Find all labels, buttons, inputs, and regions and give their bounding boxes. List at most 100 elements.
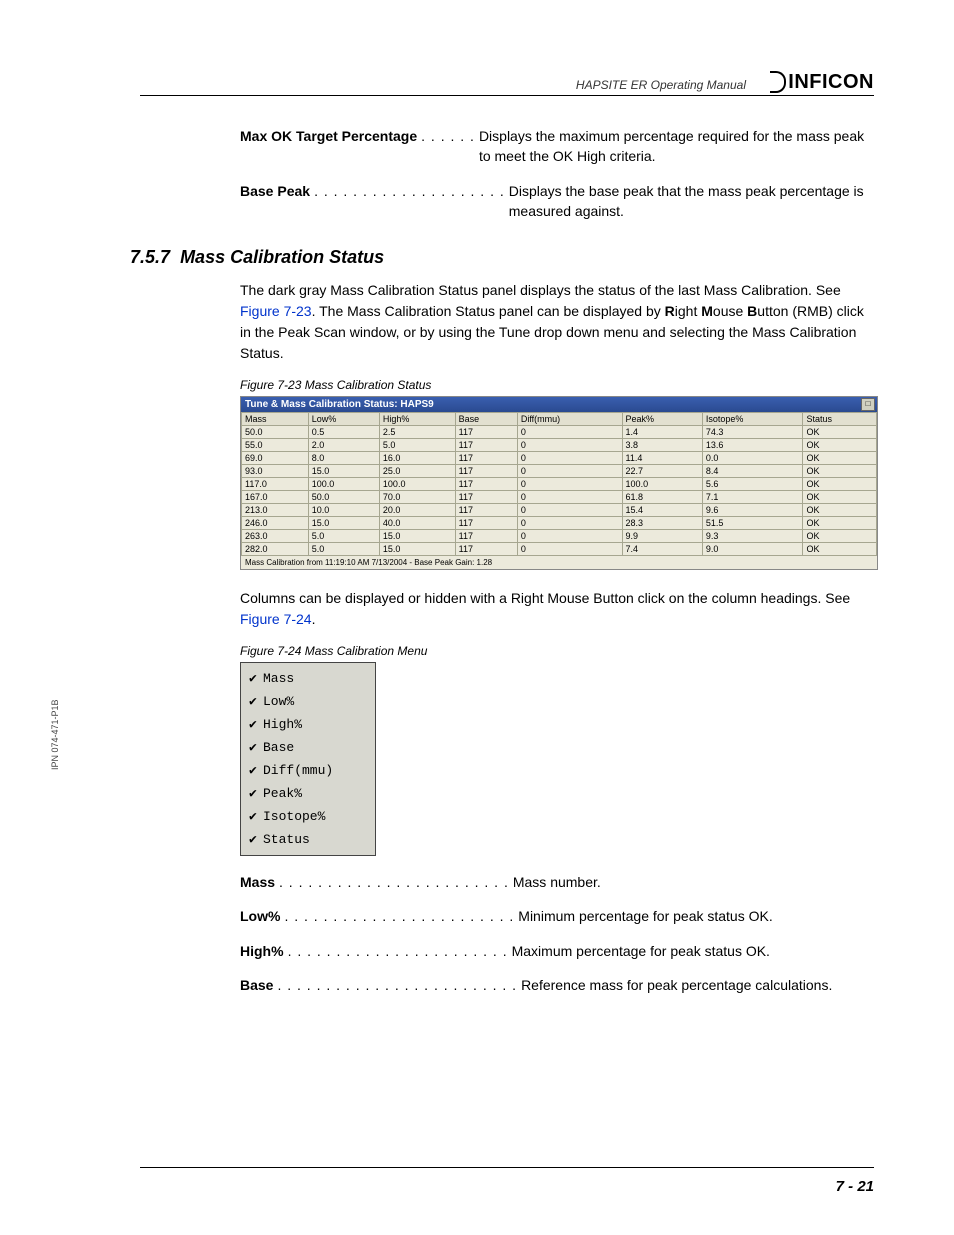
table-cell: 40.0 [379,517,455,530]
table-cell: 117.0 [242,478,309,491]
definition-desc: Mass number. [513,872,874,892]
table-cell: 0 [517,478,622,491]
table-cell: OK [803,504,877,517]
definition-term: Base [240,975,273,995]
definition-row: Base Peak. . . . . . . . . . . . . . . .… [240,181,874,222]
table-cell: 25.0 [379,465,455,478]
table-cell: 15.0 [379,543,455,556]
table-cell: 9.6 [702,504,803,517]
table-cell: 61.8 [622,491,702,504]
table-cell: 0 [517,504,622,517]
section-number: 7.5.7 [130,247,170,267]
table-cell: 100.0 [379,478,455,491]
table-cell: 213.0 [242,504,309,517]
table-cell: 15.0 [379,530,455,543]
check-icon: ✔ [249,763,263,778]
menu-item-label: Base [263,740,294,755]
header-rule [140,95,874,96]
table-row: 263.05.015.011709.99.3OK [242,530,877,543]
menu-item-label: Mass [263,671,294,686]
table-cell: 117 [455,439,517,452]
table-header-cell[interactable]: Base [455,413,517,426]
table-cell: OK [803,478,877,491]
table-header-cell[interactable]: Diff(mmu) [517,413,622,426]
table-cell: 9.0 [702,543,803,556]
figure-7-24-link[interactable]: Figure 7-24 [240,611,312,627]
table-header-cell[interactable]: Peak% [622,413,702,426]
table-cell: 263.0 [242,530,309,543]
table-cell: 0 [517,543,622,556]
table-header-cell[interactable]: Isotope% [702,413,803,426]
window-restore-icon[interactable]: □ [861,398,875,411]
table-cell: 93.0 [242,465,309,478]
table-header-cell[interactable]: High% [379,413,455,426]
table-cell: 9.3 [702,530,803,543]
paragraph-columns: Columns can be displayed or hidden with … [240,588,874,630]
table-cell: 15.4 [622,504,702,517]
definition-term: Max OK Target Percentage [240,126,417,146]
table-row: 55.02.05.011703.813.6OK [242,439,877,452]
table-cell: 8.0 [308,452,379,465]
table-cell: 11.4 [622,452,702,465]
table-cell: OK [803,439,877,452]
definition-term: Base Peak [240,181,310,201]
page-number: 7 - 21 [836,1178,874,1195]
definition-dots: . . . . . . . . . . . . . . . . . . . . [310,181,509,201]
table-cell: 117 [455,530,517,543]
table-cell: OK [803,426,877,439]
menu-item[interactable]: ✔High% [243,713,373,736]
table-cell: 117 [455,517,517,530]
check-icon: ✔ [249,717,263,732]
definition-dots: . . . . . . . . . . . . . . . . . . . . … [280,906,518,926]
table-cell: 1.4 [622,426,702,439]
table-cell: 0 [517,439,622,452]
table-cell: 117 [455,465,517,478]
table-cell: 15.0 [308,465,379,478]
table-cell: 5.6 [702,478,803,491]
table-row: 282.05.015.011707.49.0OK [242,543,877,556]
table-cell: OK [803,530,877,543]
table-header-cell[interactable]: Mass [242,413,309,426]
table-cell: 0 [517,465,622,478]
definition-row: Mass . . . . . . . . . . . . . . . . . .… [240,872,874,892]
section-title: Mass Calibration Status [180,247,384,267]
table-cell: 8.4 [702,465,803,478]
definition-desc: Maximum percentage for peak status OK. [512,941,874,961]
brand-logo: INFICON [770,71,874,94]
page-footer: 7 - 21 [140,1167,874,1195]
table-header-cell[interactable]: Low% [308,413,379,426]
menu-item[interactable]: ✔Diff(mmu) [243,759,373,782]
menu-item[interactable]: ✔Low% [243,690,373,713]
table-cell: 20.0 [379,504,455,517]
figure-7-24-caption: Figure 7-24 Mass Calibration Menu [240,644,874,658]
definition-desc: Displays the maximum percentage required… [479,126,874,167]
table-row: 69.08.016.0117011.40.0OK [242,452,877,465]
figure-7-23-link[interactable]: Figure 7-23 [240,303,312,319]
table-row: 167.050.070.0117061.87.1OK [242,491,877,504]
table-cell: 3.8 [622,439,702,452]
table-cell: 9.9 [622,530,702,543]
table-cell: 55.0 [242,439,309,452]
table-cell: 246.0 [242,517,309,530]
table-cell: 7.1 [702,491,803,504]
table-cell: OK [803,517,877,530]
menu-item[interactable]: ✔Mass [243,667,373,690]
menu-item[interactable]: ✔Isotope% [243,805,373,828]
table-cell: 117 [455,426,517,439]
table-cell: 69.0 [242,452,309,465]
logo-mark-icon [770,71,786,93]
menu-item[interactable]: ✔Status [243,828,373,851]
brand-text: INFICON [788,71,874,94]
table-cell: 0.5 [308,426,379,439]
paragraph-intro: The dark gray Mass Calibration Status pa… [240,280,874,364]
menu-item-label: Diff(mmu) [263,763,333,778]
table-cell: 0 [517,491,622,504]
table-cell: 50.0 [308,491,379,504]
table-cell: 117 [455,491,517,504]
table-header-cell[interactable]: Status [803,413,877,426]
table-cell: 74.3 [702,426,803,439]
section-heading: 7.5.7 Mass Calibration Status [130,247,874,268]
menu-item[interactable]: ✔Base [243,736,373,759]
menu-item[interactable]: ✔Peak% [243,782,373,805]
table-cell: 117 [455,452,517,465]
